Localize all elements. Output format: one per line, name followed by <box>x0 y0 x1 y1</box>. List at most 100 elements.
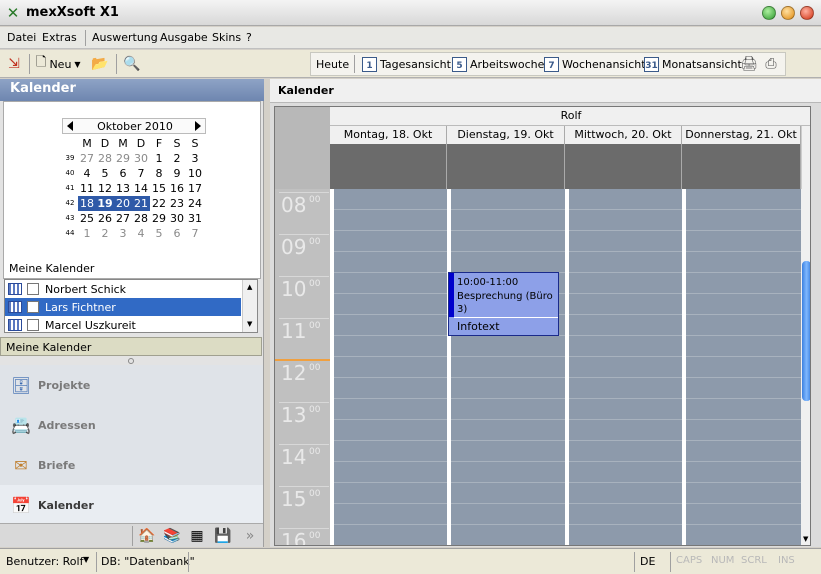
today-button[interactable]: Heute <box>316 54 349 74</box>
maximize-button[interactable] <box>781 6 795 20</box>
calendar-day[interactable]: 11 <box>78 181 96 196</box>
calendar-list-item[interactable]: Lars Fichtner <box>5 298 241 316</box>
menu-skins[interactable]: Skins <box>212 31 241 44</box>
day-view-button[interactable]: 1 Tagesansicht <box>362 54 451 74</box>
calendar-day[interactable]: 27 <box>78 151 96 166</box>
day-column[interactable] <box>330 189 447 545</box>
calendar-day[interactable]: 16 <box>168 181 186 196</box>
scroll-down-icon[interactable]: ▼ <box>247 320 252 328</box>
calendar-list-item[interactable]: Marcel Uszkureit <box>5 316 241 332</box>
week-number[interactable]: 40 <box>64 166 76 181</box>
menu-help[interactable]: ? <box>246 31 252 44</box>
month-view-button[interactable]: 31 Monatsansicht <box>644 54 742 74</box>
calendar-day[interactable]: 14 <box>132 181 150 196</box>
week-view-button[interactable]: 7 Wochenansicht <box>544 54 646 74</box>
calendar-day[interactable]: 28 <box>96 151 114 166</box>
calendar-day[interactable]: 5 <box>150 226 168 241</box>
open-folder-icon[interactable]: 📂 <box>90 54 110 74</box>
calendar-day[interactable]: 30 <box>168 211 186 226</box>
calendar-group-bar[interactable]: Meine Kalender <box>0 337 262 356</box>
calendar-day[interactable]: 9 <box>168 166 186 181</box>
calendar-day[interactable]: 17 <box>186 181 204 196</box>
calendar-day[interactable]: 2 <box>168 151 186 166</box>
week-number[interactable]: 42 <box>64 196 76 211</box>
nav-projekte[interactable]: 🗄 Projekte <box>0 365 263 405</box>
menu-auswertung[interactable]: Auswertung <box>92 31 158 44</box>
nav-adressen[interactable]: 📇 Adressen <box>0 405 263 445</box>
calendar-day[interactable]: 28 <box>132 211 150 226</box>
calendar-day[interactable]: 23 <box>168 196 186 211</box>
nav-briefe[interactable]: ✉ Briefe <box>0 445 263 485</box>
print-icon[interactable]: ⎙ <box>761 54 781 74</box>
calendar-day[interactable]: 20 <box>114 196 132 211</box>
calendar-day[interactable]: 29 <box>150 211 168 226</box>
calendar-day[interactable]: 4 <box>132 226 150 241</box>
calendar-day[interactable]: 15 <box>150 181 168 196</box>
chevron-down-icon[interactable]: ▼ <box>83 555 89 564</box>
books-icon[interactable]: 📚 <box>162 527 182 545</box>
day-column[interactable] <box>447 189 565 545</box>
calendar-day[interactable]: 1 <box>78 226 96 241</box>
calendar-day[interactable]: 4 <box>78 166 96 181</box>
table-icon[interactable]: ▦ <box>187 527 207 545</box>
nav-kalender[interactable]: 📅 Kalender <box>0 485 263 525</box>
next-month-button[interactable] <box>195 121 201 131</box>
calendar-list-item[interactable]: Norbert Schick <box>5 280 241 298</box>
week-number[interactable]: 39 <box>64 151 76 166</box>
print-preview-icon[interactable]: 🖨 <box>739 54 759 74</box>
week-number[interactable]: 41 <box>64 181 76 196</box>
all-day-slot[interactable] <box>565 144 682 189</box>
calendar-day[interactable]: 12 <box>96 181 114 196</box>
week-number[interactable]: 43 <box>64 211 76 226</box>
menu-ausgabe[interactable]: Ausgabe <box>160 31 208 44</box>
calendar-day[interactable]: 24 <box>186 196 204 211</box>
calendar-day[interactable]: 6 <box>114 166 132 181</box>
more-chevron-icon[interactable]: » <box>240 527 260 545</box>
calendar-day[interactable]: 13 <box>114 181 132 196</box>
day-column[interactable] <box>565 189 682 545</box>
home-icon[interactable]: 🏠 <box>137 527 157 545</box>
calendar-day[interactable]: 7 <box>132 166 150 181</box>
calendar-day[interactable]: 18 <box>78 196 96 211</box>
minimize-button[interactable] <box>762 6 776 20</box>
close-button[interactable] <box>800 6 814 20</box>
disk-icon[interactable]: 💾 <box>213 527 233 545</box>
all-day-slot[interactable] <box>447 144 565 189</box>
appointment[interactable]: 10:00-11:00 Besprechung (Büro 3) Infotex… <box>448 272 559 336</box>
exit-icon[interactable]: ⇲ <box>4 54 24 74</box>
splitter-grip[interactable] <box>128 358 134 364</box>
calendar-day[interactable]: 31 <box>186 211 204 226</box>
calendar-day[interactable]: 5 <box>96 166 114 181</box>
calendar-list-scrollbar[interactable]: ▲ ▼ <box>242 280 257 332</box>
vertical-scrollbar[interactable]: ▼ <box>801 189 810 545</box>
calendar-day[interactable]: 19 <box>96 196 114 211</box>
calendar-day[interactable]: 8 <box>150 166 168 181</box>
day-header[interactable]: Donnerstag, 21. Okt <box>682 126 801 144</box>
menu-datei[interactable]: Datei <box>7 31 36 44</box>
calendar-day[interactable]: 10 <box>186 166 204 181</box>
day-header[interactable]: Dienstag, 19. Okt <box>447 126 565 144</box>
day-header[interactable]: Montag, 18. Okt <box>330 126 447 144</box>
calendar-day[interactable]: 25 <box>78 211 96 226</box>
calendar-day[interactable]: 26 <box>96 211 114 226</box>
week-number[interactable]: 44 <box>64 226 76 241</box>
scroll-down-icon[interactable]: ▼ <box>803 535 808 543</box>
calendar-checkbox[interactable] <box>27 301 39 313</box>
calendar-checkbox[interactable] <box>27 283 39 295</box>
calendar-day[interactable]: 3 <box>114 226 132 241</box>
calendar-day[interactable]: 29 <box>114 151 132 166</box>
calendar-checkbox[interactable] <box>27 319 39 331</box>
calendar-day[interactable]: 7 <box>186 226 204 241</box>
day-header[interactable]: Mittwoch, 20. Okt <box>565 126 682 144</box>
menu-extras[interactable]: Extras <box>42 31 77 44</box>
scrollbar-thumb[interactable] <box>802 261 810 401</box>
calendar-day[interactable]: 30 <box>132 151 150 166</box>
scroll-up-icon[interactable]: ▲ <box>247 283 252 291</box>
calendar-day[interactable]: 6 <box>168 226 186 241</box>
search-icon[interactable]: 🔍 <box>122 54 142 74</box>
calendar-day[interactable]: 27 <box>114 211 132 226</box>
calendar-day[interactable]: 2 <box>96 226 114 241</box>
calendar-day[interactable]: 22 <box>150 196 168 211</box>
calendar-day[interactable]: 21 <box>132 196 150 211</box>
work-week-button[interactable]: 5 Arbeitswoche <box>452 54 544 74</box>
